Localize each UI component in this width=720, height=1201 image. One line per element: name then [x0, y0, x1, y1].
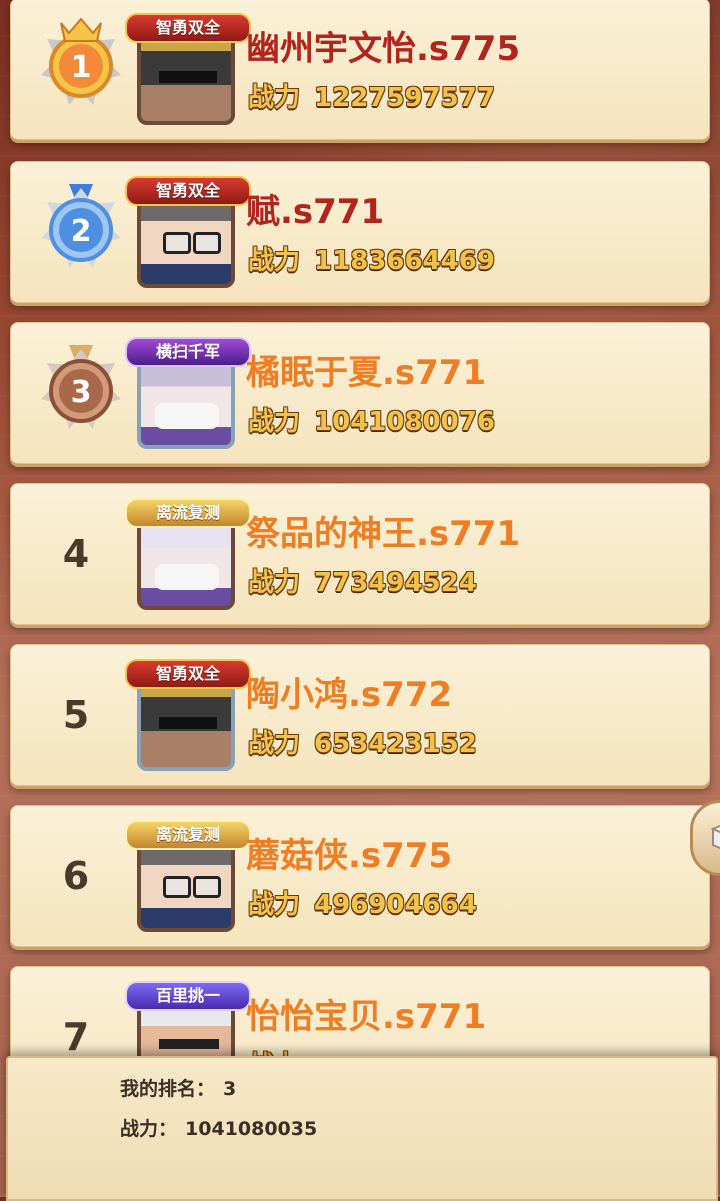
power-value: 1227597577 [314, 83, 495, 113]
player-name: 橘眠于夏.s771 [246, 353, 487, 393]
rank-entry-3[interactable]: 3 横扫千军 橘眠于夏.s771 战力 1041080076 [10, 322, 710, 464]
mask-icon [155, 403, 219, 429]
eyebrows-icon [159, 1039, 219, 1049]
rank-entry-5[interactable]: 5 智勇双全 陶小鸿.s772 战力 653423152 [10, 644, 710, 786]
my-rank-line: 我的排名： 3 [120, 1074, 236, 1101]
avatar: 智勇双全 [125, 659, 251, 771]
power-row: 战力 496904664 [248, 884, 477, 921]
glasses-icon [163, 876, 191, 898]
bronze-medal-icon: 3 [41, 345, 121, 429]
power-label: 战力 [248, 568, 301, 598]
rank-entry-1[interactable]: 1 智勇双全 幽州宇文怡.s775 战力 1227597577 [10, 0, 710, 140]
box-icon [710, 824, 720, 850]
rank-number: 6 [62, 854, 90, 898]
title-badge: 智勇双全 [125, 659, 251, 689]
silver-medal-icon: 2 [41, 184, 121, 268]
my-power-value: 1041080035 [185, 1118, 318, 1140]
power-value: 1183664469 [314, 246, 495, 276]
rank-entry-2[interactable]: 2 智勇双全 赋.s771 战力 1183664469 [10, 161, 710, 303]
avatar: 智勇双全 [125, 176, 251, 288]
my-rank-label: 我的排名： [120, 1078, 216, 1100]
power-value: 773494524 [314, 568, 477, 598]
title-badge: 智勇双全 [125, 176, 251, 206]
power-row: 战力 1041080076 [248, 401, 495, 438]
mask-icon [155, 564, 219, 590]
my-power-line: 战力： 1041080035 [120, 1114, 317, 1141]
power-label: 战力 [248, 83, 301, 113]
title-badge: 横扫千军 [125, 337, 251, 367]
power-row: 战力 1227597577 [248, 77, 495, 114]
avatar: 离流复测 [125, 498, 251, 610]
title-badge: 离流复测 [125, 820, 251, 850]
gold-medal-icon: 1 [41, 17, 121, 105]
player-name: 蘑菇侠.s775 [246, 836, 453, 876]
rank-entry-4[interactable]: 4 离流复测 祭品的神王.s771 战力 773494524 [10, 483, 710, 625]
rank-number: 7 [62, 1015, 90, 1059]
power-label: 战力 [248, 890, 301, 920]
player-name: 祭品的神王.s771 [246, 514, 521, 554]
sunglasses-icon [159, 71, 217, 83]
my-power-label: 战力： [120, 1118, 178, 1140]
svg-text:2: 2 [71, 214, 92, 249]
svg-text:3: 3 [71, 375, 92, 410]
avatar: 横扫千军 [125, 337, 251, 449]
player-name: 幽州宇文怡.s775 [246, 29, 521, 69]
power-value: 496904664 [314, 890, 477, 920]
power-label: 战力 [248, 246, 301, 276]
power-label: 战力 [248, 407, 301, 437]
title-badge: 百里挑一 [125, 981, 251, 1011]
my-rank-panel: 我的排名： 3 战力： 1041080035 [6, 1056, 718, 1201]
rank-number: 4 [62, 532, 90, 576]
player-name: 怡怡宝贝.s771 [246, 997, 487, 1037]
my-rank-value: 3 [223, 1078, 237, 1100]
rank-entry-6[interactable]: 6 离流复测 蘑菇侠.s775 战力 496904664 [10, 805, 710, 947]
player-name: 陶小鸿.s772 [246, 675, 453, 715]
sunglasses-icon [159, 717, 217, 729]
power-value: 1041080076 [314, 407, 495, 437]
power-row: 战力 773494524 [248, 562, 477, 599]
power-row: 战力 1183664469 [248, 240, 495, 277]
avatar: 离流复测 [125, 820, 251, 932]
power-label: 战力 [248, 729, 301, 759]
rank-number: 5 [62, 693, 90, 737]
power-row: 战力 653423152 [248, 723, 477, 760]
title-badge: 离流复测 [125, 498, 251, 528]
title-badge: 智勇双全 [125, 13, 251, 43]
avatar: 智勇双全 [125, 13, 251, 125]
player-name: 赋.s771 [246, 192, 385, 232]
power-value: 653423152 [314, 729, 477, 759]
svg-text:1: 1 [71, 50, 92, 85]
glasses-icon [163, 232, 191, 254]
